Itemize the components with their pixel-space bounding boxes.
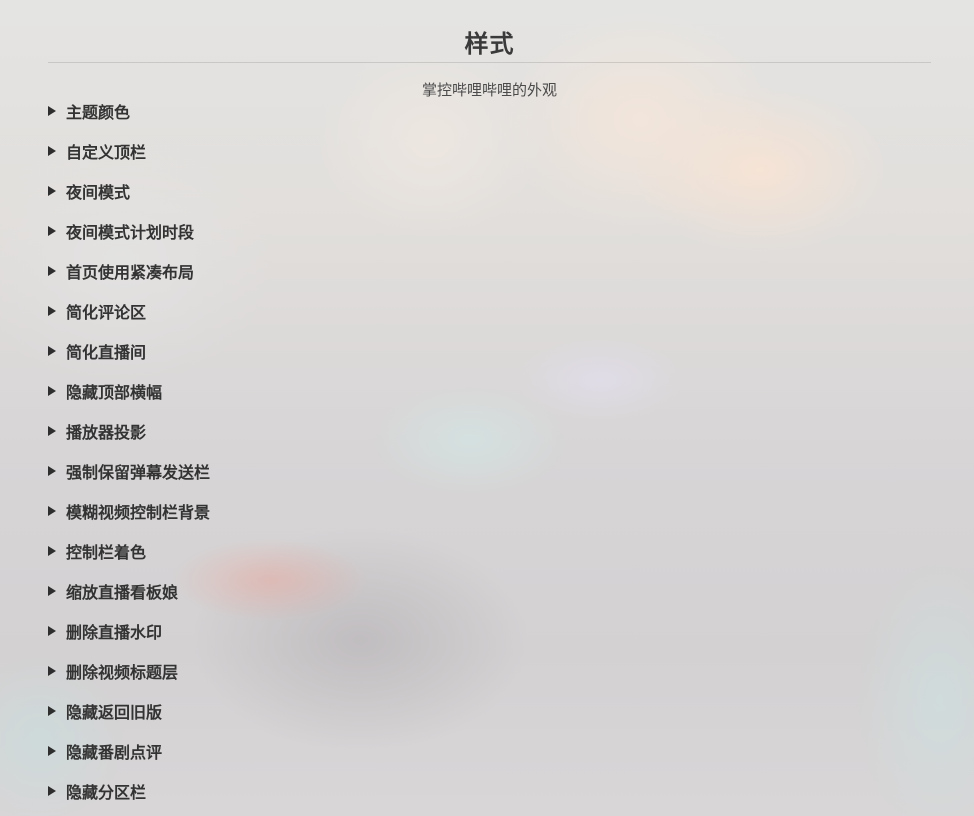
expand-arrow-icon [48, 466, 56, 476]
settings-item[interactable]: 隐藏顶部横幅 [48, 371, 931, 411]
settings-item-label: 主题颜色 [66, 103, 131, 122]
settings-item[interactable]: 模糊视频控制栏背景 [48, 491, 931, 531]
expand-arrow-icon [48, 386, 56, 396]
settings-item[interactable]: 强制保留弹幕发送栏 [48, 451, 931, 491]
expand-arrow-icon [48, 226, 56, 236]
expand-arrow-icon [48, 506, 56, 516]
settings-item-label: 简化直播间 [66, 343, 147, 362]
settings-item-label: 播放器投影 [66, 423, 147, 442]
settings-item-label: 隐藏返回旧版 [66, 703, 163, 722]
style-settings-panel: 样式 掌控哔哩哔哩的外观 主题颜色 自定义顶栏 夜间模式 夜间模式计划时段 首页… [0, 0, 974, 816]
settings-item[interactable]: 控制栏着色 [48, 531, 931, 571]
settings-item-label: 控制栏着色 [66, 543, 147, 562]
settings-item[interactable]: 简化评论区 [48, 291, 931, 331]
settings-item[interactable]: 夜间模式计划时段 [48, 211, 931, 251]
settings-item-label: 简化评论区 [66, 303, 147, 322]
expand-arrow-icon [48, 146, 56, 156]
settings-item-label: 首页使用紧凑布局 [66, 263, 195, 282]
expand-arrow-icon [48, 626, 56, 636]
expand-arrow-icon [48, 786, 56, 796]
settings-list: 主题颜色 自定义顶栏 夜间模式 夜间模式计划时段 首页使用紧凑布局 简化评论区 … [48, 91, 931, 811]
expand-arrow-icon [48, 346, 56, 356]
settings-item[interactable]: 缩放直播看板娘 [48, 571, 931, 611]
settings-item-label: 自定义顶栏 [66, 143, 147, 162]
expand-arrow-icon [48, 666, 56, 676]
settings-item-label: 隐藏顶部横幅 [66, 383, 163, 402]
settings-item-label: 删除直播水印 [66, 623, 163, 642]
settings-item[interactable]: 播放器投影 [48, 411, 931, 451]
settings-item[interactable]: 自定义顶栏 [48, 131, 931, 171]
settings-item[interactable]: 简化直播间 [48, 331, 931, 371]
settings-item-label: 夜间模式计划时段 [66, 223, 195, 242]
expand-arrow-icon [48, 426, 56, 436]
settings-item-label: 隐藏番剧点评 [66, 743, 163, 762]
settings-item-label: 夜间模式 [66, 183, 131, 202]
settings-item[interactable]: 夜间模式 [48, 171, 931, 211]
expand-arrow-icon [48, 186, 56, 196]
expand-arrow-icon [48, 266, 56, 276]
expand-arrow-icon [48, 546, 56, 556]
settings-item[interactable]: 隐藏返回旧版 [48, 691, 931, 731]
expand-arrow-icon [48, 706, 56, 716]
expand-arrow-icon [48, 306, 56, 316]
settings-item[interactable]: 隐藏分区栏 [48, 771, 931, 811]
settings-item[interactable]: 删除直播水印 [48, 611, 931, 651]
expand-arrow-icon [48, 106, 56, 116]
settings-item-label: 缩放直播看板娘 [66, 583, 179, 602]
section-title: 样式 [464, 30, 515, 58]
settings-item[interactable]: 首页使用紧凑布局 [48, 251, 931, 291]
expand-arrow-icon [48, 586, 56, 596]
expand-arrow-icon [48, 746, 56, 756]
settings-item-label: 模糊视频控制栏背景 [66, 503, 211, 522]
settings-item-label: 强制保留弹幕发送栏 [66, 463, 211, 482]
settings-item-label: 隐藏分区栏 [66, 783, 147, 802]
section-header: 样式 掌控哔哩哔哩的外观 [48, 0, 931, 99]
divider [48, 62, 931, 63]
settings-item-label: 删除视频标题层 [66, 663, 179, 682]
settings-item[interactable]: 隐藏番剧点评 [48, 731, 931, 771]
settings-item[interactable]: 删除视频标题层 [48, 651, 931, 691]
